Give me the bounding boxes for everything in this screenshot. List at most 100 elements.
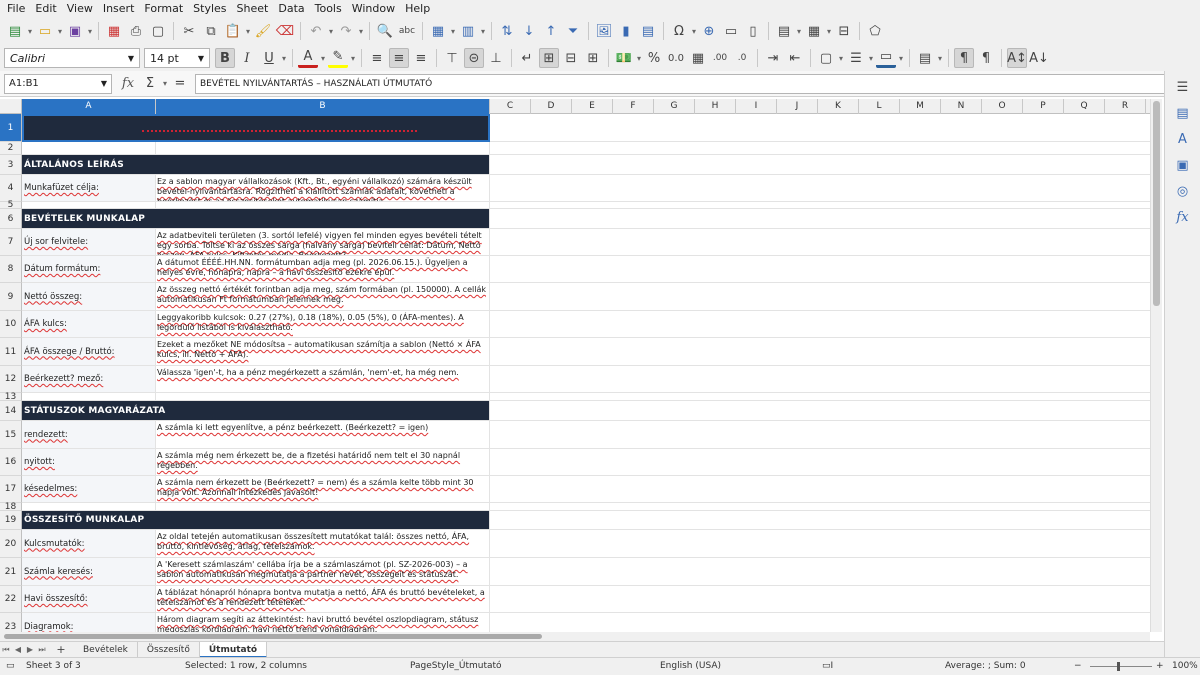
vertical-scroll-thumb[interactable] bbox=[1153, 101, 1160, 306]
column-header-a[interactable]: A bbox=[22, 99, 156, 114]
dropdown-arrow-icon[interactable]: ▾ bbox=[449, 21, 457, 41]
dropdown-arrow-icon[interactable]: ▾ bbox=[825, 21, 833, 41]
column-header-h[interactable]: H bbox=[695, 99, 736, 114]
label-cell[interactable]: Dátum formátum: bbox=[22, 256, 156, 283]
description-cell[interactable]: Az adatbeviteli területen (3. sortól lef… bbox=[156, 229, 490, 256]
column-header-l[interactable]: L bbox=[859, 99, 900, 114]
row-header-17[interactable]: 17 bbox=[0, 476, 22, 503]
description-cell[interactable]: A számla még nem érkezett be, de a fizet… bbox=[156, 449, 490, 476]
cut-icon[interactable]: ✂ bbox=[179, 21, 199, 41]
name-box[interactable]: A1:B1 ▼ bbox=[4, 73, 112, 94]
empty-cells[interactable] bbox=[490, 155, 1150, 175]
row-icon[interactable]: ▦ bbox=[428, 21, 448, 41]
align-top-icon[interactable]: ⊤ bbox=[442, 48, 462, 68]
column-header-n[interactable]: N bbox=[941, 99, 982, 114]
menu-file[interactable]: File bbox=[2, 2, 30, 15]
section-heading[interactable]: ÁLTALÁNOS LEÍRÁS bbox=[22, 155, 490, 175]
navigator-icon[interactable]: ◎ bbox=[1173, 181, 1193, 201]
row-header-3[interactable]: 3 bbox=[0, 155, 22, 175]
section-heading[interactable]: STÁTUSZOK MAGYARÁZATA bbox=[22, 401, 490, 421]
dropdown-arrow-icon[interactable]: ▾ bbox=[479, 21, 487, 41]
zoom-slider-handle[interactable] bbox=[1117, 662, 1120, 671]
empty-cell[interactable] bbox=[22, 503, 156, 511]
description-cell[interactable]: A 'Keresett számlaszám' cellába írja be … bbox=[156, 558, 490, 586]
functions-icon[interactable]: fx bbox=[1173, 207, 1193, 227]
empty-cells[interactable] bbox=[490, 114, 1150, 142]
function-wizard-icon[interactable]: fx bbox=[118, 74, 138, 94]
empty-cells[interactable] bbox=[490, 283, 1150, 311]
text-direction-left-to-right-icon[interactable]: A↕ bbox=[1007, 48, 1027, 68]
row-header-19[interactable]: 19 bbox=[0, 511, 22, 530]
underline-icon[interactable]: U bbox=[259, 48, 279, 68]
row-header-2[interactable]: 2 bbox=[0, 142, 22, 155]
empty-cells[interactable] bbox=[490, 142, 1150, 155]
align-left-icon[interactable]: ≡ bbox=[367, 48, 387, 68]
column-header-j[interactable]: J bbox=[777, 99, 818, 114]
open-folder-icon[interactable]: ▭ bbox=[35, 21, 55, 41]
header-footer-icon[interactable]: ▯ bbox=[743, 21, 763, 41]
sort-descending-icon[interactable]: ↑ bbox=[541, 21, 561, 41]
row-header-6[interactable]: 6 bbox=[0, 209, 22, 229]
column-header-k[interactable]: K bbox=[818, 99, 859, 114]
spelling-icon[interactable]: abc bbox=[397, 21, 417, 41]
row-header-1[interactable]: 1 bbox=[0, 114, 22, 142]
description-cell[interactable]: A számla nem érkezett be (Beérkezett? = … bbox=[156, 476, 490, 503]
empty-cells[interactable] bbox=[490, 229, 1150, 256]
menu-styles[interactable]: Styles bbox=[188, 2, 231, 15]
page-style[interactable]: PageStyle_Útmutató bbox=[410, 661, 502, 671]
align-right-icon[interactable]: ≡ bbox=[411, 48, 431, 68]
description-cell[interactable]: Leggyakoribb kulcsok: 0.27 (27%), 0.18 (… bbox=[156, 311, 490, 338]
description-cell[interactable]: Három diagram segíti az áttekintést: hav… bbox=[156, 613, 490, 632]
dropdown-arrow-icon[interactable]: ▾ bbox=[319, 48, 327, 68]
insert-chart-icon[interactable]: ▮ bbox=[616, 21, 636, 41]
print-preview-icon[interactable]: ▢ bbox=[148, 21, 168, 41]
empty-cell[interactable] bbox=[156, 503, 490, 511]
sort-ascending-icon[interactable]: ↓ bbox=[519, 21, 539, 41]
define-print-area-icon[interactable]: ▤ bbox=[774, 21, 794, 41]
row-header-23[interactable]: 23 bbox=[0, 613, 22, 632]
dropdown-arrow-icon[interactable]: ▾ bbox=[26, 21, 34, 41]
highlighting-color-icon[interactable]: ✎ bbox=[328, 48, 348, 68]
empty-cells[interactable] bbox=[490, 503, 1150, 511]
dropdown-arrow-icon[interactable]: ▾ bbox=[244, 21, 252, 41]
horizontal-scrollbar[interactable] bbox=[0, 632, 1150, 641]
label-cell[interactable]: Nettó összeg: bbox=[22, 283, 156, 311]
dropdown-arrow-icon[interactable]: ▾ bbox=[327, 21, 335, 41]
zoom-in-icon[interactable]: + bbox=[1156, 661, 1164, 671]
row-header-12[interactable]: 12 bbox=[0, 366, 22, 393]
empty-cell[interactable] bbox=[156, 393, 490, 401]
sheet-tab[interactable]: Összesítő bbox=[138, 641, 200, 658]
empty-cells[interactable] bbox=[490, 511, 1150, 530]
label-cell[interactable]: Beérkezett? mező: bbox=[22, 366, 156, 393]
column-header-o[interactable]: O bbox=[982, 99, 1023, 114]
unmerge-cells-icon[interactable]: ⊞ bbox=[583, 48, 603, 68]
description-cell[interactable]: Ezeket a mezőket NE módosítsa – automati… bbox=[156, 338, 490, 366]
clone-formatting-icon[interactable]: 🖌 bbox=[253, 21, 273, 41]
column-header-p[interactable]: P bbox=[1023, 99, 1064, 114]
empty-cells[interactable] bbox=[490, 558, 1150, 586]
select-all-corner[interactable] bbox=[0, 99, 22, 114]
pivot-table-icon[interactable]: ▤ bbox=[638, 21, 658, 41]
empty-cells[interactable] bbox=[490, 175, 1150, 202]
empty-cells[interactable] bbox=[490, 449, 1150, 476]
export-pdf-icon[interactable]: ▦ bbox=[104, 21, 124, 41]
row-header-5[interactable]: 5 bbox=[0, 200, 22, 210]
spreadsheet-grid[interactable]: 1 2 3 ÁLTALÁNOS LEÍRÁS 4 Munkafüzet célja: Ez … bbox=[0, 114, 1150, 632]
empty-cell[interactable] bbox=[156, 202, 490, 209]
empty-cells[interactable] bbox=[490, 401, 1150, 421]
empty-cell[interactable] bbox=[22, 202, 156, 209]
special-character-icon[interactable]: Ω bbox=[669, 21, 689, 41]
menu-window[interactable]: Window bbox=[347, 2, 400, 15]
dropdown-arrow-icon[interactable]: ▾ bbox=[161, 74, 169, 94]
label-cell[interactable]: ÁFA kulcs: bbox=[22, 311, 156, 338]
label-cell[interactable]: ÁFA összege / Bruttó: bbox=[22, 338, 156, 366]
row-header-11[interactable]: 11 bbox=[0, 338, 22, 366]
label-cell[interactable]: rendezett: bbox=[22, 421, 156, 449]
description-cell[interactable]: A dátumot ÉÉÉÉ.HH.NN. formátumban adja m… bbox=[156, 256, 490, 283]
find-replace-icon[interactable]: 🔍 bbox=[375, 21, 395, 41]
merge-and-center-icon[interactable]: ⊞ bbox=[539, 48, 559, 68]
text-direction-top-to-bottom-icon[interactable]: A↓ bbox=[1029, 48, 1049, 68]
row-header-18[interactable]: 18 bbox=[0, 502, 22, 512]
empty-cells[interactable] bbox=[490, 209, 1150, 229]
row-header-14[interactable]: 14 bbox=[0, 401, 22, 421]
